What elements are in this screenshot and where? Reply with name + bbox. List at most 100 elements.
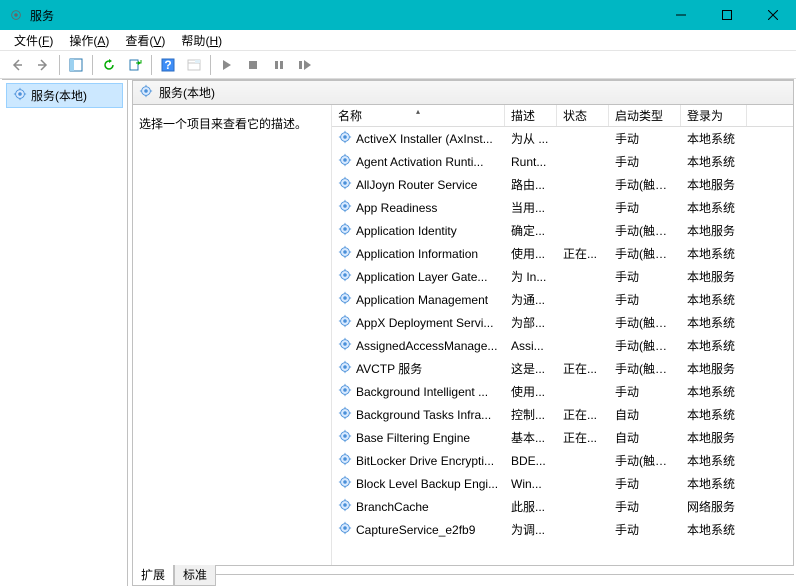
list-body[interactable]: ActiveX Installer (AxInst...为从 ...手动本地系统… xyxy=(332,127,793,565)
cell-name: Application Information xyxy=(332,245,505,262)
column-header-name[interactable]: ▴名称 xyxy=(332,105,505,126)
table-row[interactable]: Block Level Backup Engi...Win...手动本地系统 xyxy=(332,472,793,495)
tab-extended[interactable]: 扩展 xyxy=(132,565,174,586)
service-list[interactable]: ▴名称 描述 状态 启动类型 登录为 ActiveX Installer (Ax… xyxy=(331,105,793,565)
table-row[interactable]: BitLocker Drive Encrypti...BDE...手动(触发..… xyxy=(332,449,793,472)
restart-service-button[interactable] xyxy=(293,53,317,77)
cell-startup-type: 手动(触发... xyxy=(609,452,681,469)
table-row[interactable]: AVCTP 服务这是...正在...手动(触发...本地服务 xyxy=(332,357,793,380)
cell-startup-type: 手动 xyxy=(609,498,681,515)
table-row[interactable]: ActiveX Installer (AxInst...为从 ...手动本地系统 xyxy=(332,127,793,150)
window-title: 服务 xyxy=(30,7,658,24)
tab-standard[interactable]: 标准 xyxy=(174,565,216,586)
cell-log-on-as: 网络服务 xyxy=(681,498,747,515)
gear-icon xyxy=(338,291,352,308)
cell-name: AppX Deployment Servi... xyxy=(332,314,505,331)
cell-status: 正在... xyxy=(557,360,609,377)
table-row[interactable]: Base Filtering Engine基本...正在...自动本地服务 xyxy=(332,426,793,449)
menu-help-label: 帮助 xyxy=(181,34,205,48)
menu-action[interactable]: 操作(A) xyxy=(61,30,117,51)
table-row[interactable]: BranchCache此服...手动网络服务 xyxy=(332,495,793,518)
cell-description: 为通... xyxy=(505,291,557,308)
column-header-status[interactable]: 状态 xyxy=(557,105,609,126)
cell-startup-type: 手动 xyxy=(609,268,681,285)
forward-button[interactable] xyxy=(31,53,55,77)
help-button[interactable]: ? xyxy=(156,53,180,77)
cell-startup-type: 手动 xyxy=(609,521,681,538)
gear-icon xyxy=(139,84,153,101)
table-row[interactable]: Application Identity确定...手动(触发...本地服务 xyxy=(332,219,793,242)
cell-startup-type: 手动 xyxy=(609,153,681,170)
cell-status: 正在... xyxy=(557,406,609,423)
cell-description: 为调... xyxy=(505,521,557,538)
gear-icon xyxy=(338,337,352,354)
console-tree[interactable]: 服务(本地) xyxy=(2,79,128,586)
close-button[interactable] xyxy=(750,0,796,30)
title-bar: 服务 xyxy=(0,0,796,30)
cell-startup-type: 手动 xyxy=(609,199,681,216)
cell-log-on-as: 本地系统 xyxy=(681,199,747,216)
refresh-button[interactable] xyxy=(97,53,121,77)
table-row[interactable]: AssignedAccessManage...Assi...手动(触发...本地… xyxy=(332,334,793,357)
pause-service-button[interactable] xyxy=(267,53,291,77)
tree-item-services-local[interactable]: 服务(本地) xyxy=(6,83,123,108)
cell-log-on-as: 本地服务 xyxy=(681,360,747,377)
back-button[interactable] xyxy=(5,53,29,77)
gear-icon xyxy=(338,360,352,377)
column-header-startup-type[interactable]: 启动类型 xyxy=(609,105,681,126)
table-row[interactable]: Application Layer Gate...为 In...手动本地服务 xyxy=(332,265,793,288)
cell-startup-type: 手动 xyxy=(609,291,681,308)
export-button[interactable] xyxy=(123,53,147,77)
maximize-button[interactable] xyxy=(704,0,750,30)
cell-startup-type: 自动 xyxy=(609,406,681,423)
gear-icon xyxy=(338,429,352,446)
cell-description: BDE... xyxy=(505,454,557,468)
table-row[interactable]: Application Management为通...手动本地系统 xyxy=(332,288,793,311)
cell-status: 正在... xyxy=(557,429,609,446)
table-row[interactable]: AppX Deployment Servi...为部...手动(触发...本地系… xyxy=(332,311,793,334)
properties-button[interactable] xyxy=(182,53,206,77)
table-row[interactable]: Background Tasks Infra...控制...正在...自动本地系… xyxy=(332,403,793,426)
menu-bar: 文件(F) 操作(A) 查看(V) 帮助(H) xyxy=(0,30,796,51)
cell-description: 当用... xyxy=(505,199,557,216)
column-header-description[interactable]: 描述 xyxy=(505,105,557,126)
menu-view[interactable]: 查看(V) xyxy=(117,30,173,51)
table-row[interactable]: AllJoyn Router Service路由...手动(触发...本地服务 xyxy=(332,173,793,196)
stop-service-button[interactable] xyxy=(241,53,265,77)
cell-log-on-as: 本地服务 xyxy=(681,429,747,446)
service-name: Application Identity xyxy=(356,224,457,238)
table-row[interactable]: App Readiness 当用... 手动本地系统 xyxy=(332,196,793,219)
table-row[interactable]: CaptureService_e2fb9为调...手动本地系统 xyxy=(332,518,793,541)
cell-startup-type: 手动(触发... xyxy=(609,314,681,331)
cell-log-on-as: 本地服务 xyxy=(681,222,747,239)
cell-startup-type: 手动(触发... xyxy=(609,337,681,354)
minimize-button[interactable] xyxy=(658,0,704,30)
menu-file[interactable]: 文件(F) xyxy=(6,30,61,51)
table-row[interactable]: Application Information使用...正在...手动(触发..… xyxy=(332,242,793,265)
cell-name: Background Intelligent ... xyxy=(332,383,505,400)
service-name: Application Layer Gate... xyxy=(356,270,487,284)
cell-description: 此服... xyxy=(505,498,557,515)
cell-log-on-as: 本地服务 xyxy=(681,176,747,193)
show-hide-tree-button[interactable] xyxy=(64,53,88,77)
service-name: App Readiness xyxy=(356,201,437,215)
gear-icon xyxy=(338,153,352,170)
table-row[interactable]: Agent Activation Runti...Runt...手动本地系统 xyxy=(332,150,793,173)
table-row[interactable]: Background Intelligent ...使用...手动本地系统 xyxy=(332,380,793,403)
cell-name: Agent Activation Runti... xyxy=(332,153,505,170)
cell-name: Block Level Backup Engi... xyxy=(332,475,505,492)
start-service-button[interactable] xyxy=(215,53,239,77)
svg-text:?: ? xyxy=(164,58,171,72)
service-name: Background Intelligent ... xyxy=(356,385,488,399)
column-header-log-on-as[interactable]: 登录为 xyxy=(681,105,747,126)
service-name: AllJoyn Router Service xyxy=(356,178,477,192)
cell-startup-type: 自动 xyxy=(609,429,681,446)
app-icon xyxy=(8,7,24,23)
cell-name: Background Tasks Infra... xyxy=(332,406,505,423)
tree-item-label: 服务(本地) xyxy=(31,87,87,104)
cell-description: 基本... xyxy=(505,429,557,446)
cell-log-on-as: 本地系统 xyxy=(681,245,747,262)
cell-description: 使用... xyxy=(505,245,557,262)
menu-help[interactable]: 帮助(H) xyxy=(173,30,230,51)
cell-log-on-as: 本地系统 xyxy=(681,383,747,400)
